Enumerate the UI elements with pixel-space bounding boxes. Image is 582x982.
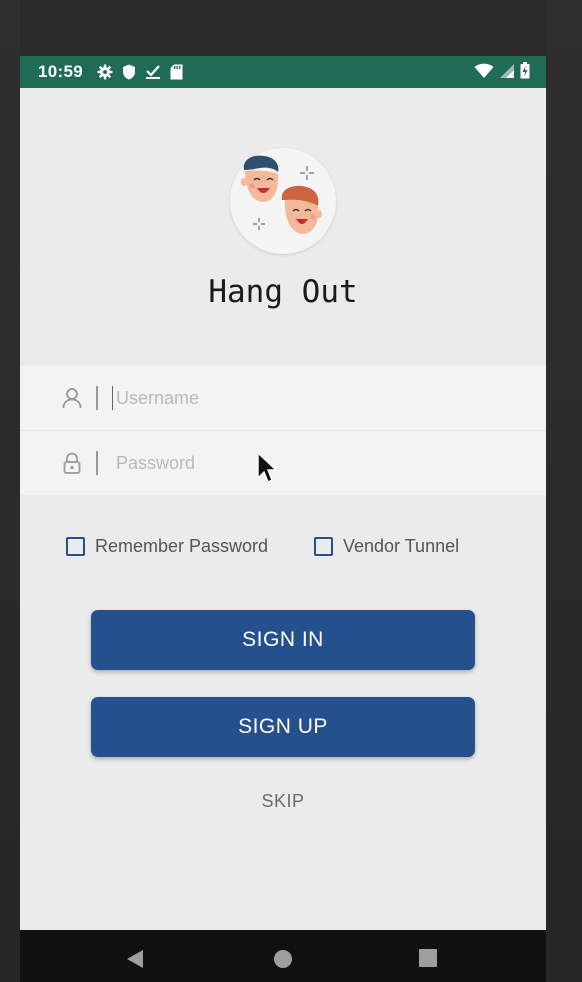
device-frame: 10:59 Hang Out Username Remember Passwor… <box>0 0 582 982</box>
home-icon[interactable] <box>272 948 294 970</box>
status-notification-icons <box>97 64 183 80</box>
password-field[interactable] <box>20 431 546 495</box>
lock-icon <box>63 452 81 474</box>
field-divider <box>96 386 98 410</box>
sd-card-icon <box>170 64 183 80</box>
mouse-cursor-icon <box>257 452 277 483</box>
gear-icon <box>97 64 113 80</box>
field-divider <box>96 451 98 475</box>
remember-password-option[interactable]: Remember Password <box>66 534 268 558</box>
wifi-icon <box>474 63 494 78</box>
user-icon <box>62 388 82 409</box>
app-logo <box>230 148 336 254</box>
sign-in-button[interactable]: SIGN IN <box>91 610 475 670</box>
vendor-tunnel-option[interactable]: Vendor Tunnel <box>314 534 459 558</box>
app-title: Hang Out <box>208 274 358 310</box>
username-field[interactable] <box>20 366 546 431</box>
vendor-tunnel-checkbox[interactable] <box>314 536 333 556</box>
remember-password-checkbox[interactable] <box>66 536 85 556</box>
two-friends-logo <box>241 155 322 234</box>
status-bar: 10:59 <box>20 56 546 88</box>
download-done-icon <box>145 65 160 79</box>
device-bezel <box>20 0 546 56</box>
remember-password-label: Remember Password <box>95 535 269 556</box>
username-input[interactable] <box>112 380 520 416</box>
recent-apps-icon[interactable] <box>418 948 438 968</box>
sign-up-button[interactable]: SIGN UP <box>91 697 475 757</box>
navigation-bar <box>20 930 546 982</box>
app-screen: 10:59 Hang Out Username Remember Passwor… <box>20 56 546 982</box>
back-icon[interactable] <box>125 948 145 970</box>
vendor-tunnel-label: Vendor Tunnel <box>343 535 460 556</box>
password-input[interactable] <box>112 445 520 481</box>
status-system-icons <box>474 62 530 79</box>
battery-icon <box>520 62 530 79</box>
skip-button[interactable]: SKIP <box>20 791 546 812</box>
shield-icon <box>122 64 135 80</box>
status-time: 10:59 <box>38 62 83 81</box>
signal-icon <box>500 63 514 78</box>
